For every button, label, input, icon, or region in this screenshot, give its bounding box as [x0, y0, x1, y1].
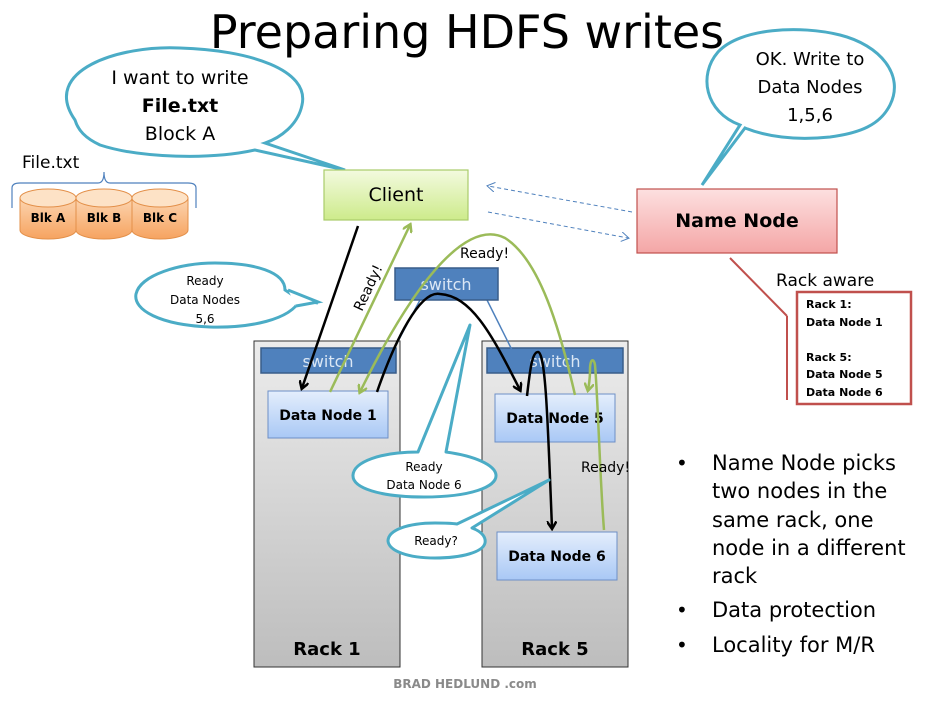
bullet-1-line: two nodes in the	[712, 479, 887, 503]
block-b-label: Blk B	[87, 211, 122, 225]
ready-dn56-line2: Data Nodes	[170, 293, 240, 307]
namenode-bubble-line2: Data Nodes	[757, 77, 862, 98]
client-bubble-line3: Block A	[145, 123, 215, 145]
client-bubble-line2: File.txt	[142, 95, 219, 117]
diagram-canvas: Preparing HDFS writes I want to write Fi…	[11, 5, 913, 691]
ready-question-text: Ready?	[414, 534, 458, 548]
name-node[interactable]: Name Node	[636, 188, 838, 254]
block-c: Blk C	[131, 188, 189, 240]
data-node-6-label: Data Node 6	[508, 549, 606, 565]
ready-dn6-line2: Data Node 6	[386, 478, 461, 492]
rack-aware-line: Rack 1:	[806, 298, 852, 311]
bullet-3-line: Locality for M/R	[712, 633, 875, 657]
ready-dn56-bubble: Ready Data Nodes 5,6	[134, 261, 324, 329]
namenode-bubble-line1: OK. Write to	[756, 49, 865, 70]
namenode-speech-bubble: OK. Write to Data Nodes 1,5,6	[700, 28, 896, 186]
block-a: Blk A	[19, 188, 77, 240]
ready-label-top-arc: Ready!	[460, 246, 509, 262]
client-bubble-line1: I want to write	[111, 67, 248, 89]
rack-aware-line: Data Node 5	[806, 368, 883, 381]
rack-1-label: Rack 1	[293, 639, 360, 660]
page-title: Preparing HDFS writes	[210, 5, 724, 59]
bullet-dot: •	[676, 598, 688, 622]
ready-dn6-line1: Ready	[405, 460, 442, 474]
ready-dn56-line1: Ready	[186, 274, 223, 288]
rack-5-label: Rack 5	[521, 639, 588, 660]
bullet-1-line: node in a different	[712, 536, 906, 560]
client-to-namenode-arrow	[487, 211, 628, 238]
data-node-5-label: Data Node 5	[506, 411, 604, 427]
file-label: File.txt	[22, 153, 80, 173]
namenode-to-client-arrow	[488, 186, 633, 213]
client-node[interactable]: Client	[323, 169, 469, 221]
rack-aware-line: Rack 5:	[806, 351, 852, 364]
rack-aware-table: Rack 1: Data Node 1 Rack 5: Data Node 5 …	[795, 290, 913, 406]
client-speech-bubble: I want to write File.txt Block A	[65, 46, 346, 172]
bullet-dot: •	[676, 451, 688, 475]
footer-credit: BRAD HEDLUND .com	[393, 677, 537, 691]
bullet-1-line: same rack, one	[712, 508, 874, 532]
bullet-1-line: rack	[712, 564, 758, 588]
bullet-2-line: Data protection	[712, 598, 876, 622]
data-node-1-label: Data Node 1	[279, 408, 377, 424]
bullet-1-line: Name Node picks	[712, 451, 896, 475]
data-node-6[interactable]: Data Node 6	[496, 531, 618, 581]
name-node-label: Name Node	[675, 210, 798, 232]
client-label: Client	[368, 184, 423, 206]
namenode-bubble-line3: 1,5,6	[787, 105, 833, 126]
rack-aware-line: Data Node 1	[806, 316, 883, 329]
bullet-list: • Name Node picks two nodes in the same …	[676, 451, 906, 657]
ready-label-rack5: Ready!	[581, 460, 630, 476]
block-a-label: Blk A	[31, 211, 66, 225]
rack-aware-heading: Rack aware	[776, 271, 874, 291]
rack-aware-line: Data Node 6	[806, 386, 883, 399]
rack-5-switch-label: switch	[529, 352, 580, 371]
block-c-label: Blk C	[143, 211, 177, 225]
ready-dn56-line3: 5,6	[195, 312, 214, 326]
data-node-1[interactable]: Data Node 1	[267, 390, 389, 439]
bullet-dot: •	[676, 633, 688, 657]
block-b: Blk B	[75, 188, 133, 240]
